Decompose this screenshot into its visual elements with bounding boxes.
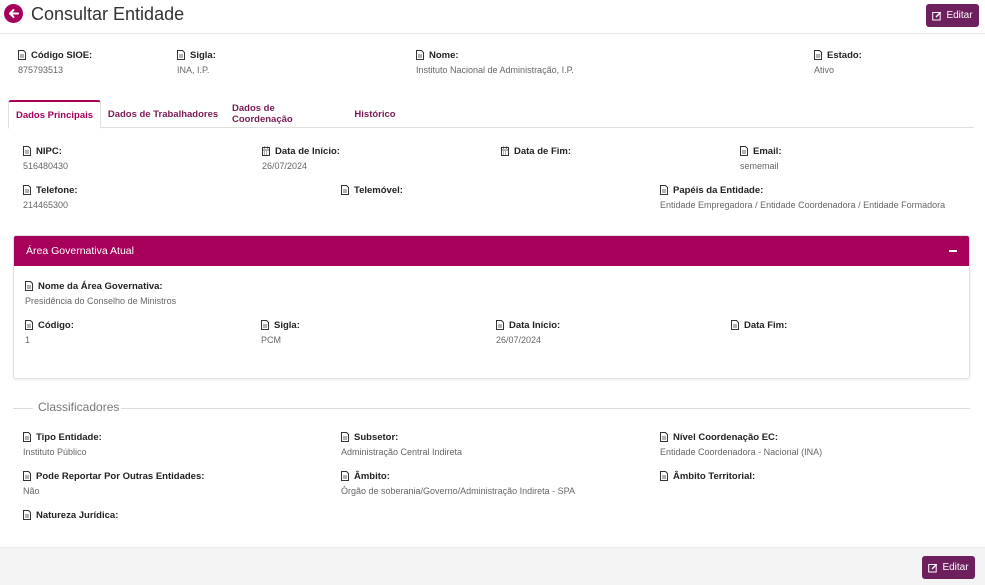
- field-papeis-entidade: Papéis da Entidade: Entidade Empregadora…: [660, 184, 946, 210]
- calendar-icon: [501, 146, 509, 156]
- page-footer: [0, 547, 985, 585]
- document-icon: [740, 146, 748, 156]
- tab-dados-principais[interactable]: Dados Principais: [8, 100, 101, 129]
- field-nivel-coordenacao: Nível Coordenação EC: Entidade Coordenad…: [660, 431, 823, 457]
- document-icon: [660, 471, 668, 481]
- document-icon: [23, 432, 31, 442]
- document-icon: [177, 50, 185, 60]
- document-icon: [18, 50, 26, 60]
- tab-historico[interactable]: Histórico: [351, 100, 399, 128]
- area-governativa-header[interactable]: Área Governativa Atual: [14, 236, 969, 266]
- field-nome: Nome: Instituto Nacional de Administraçã…: [416, 49, 574, 75]
- minus-icon[interactable]: [949, 250, 957, 252]
- field-natureza-juridica: Natureza Jurídica:: [23, 509, 118, 525]
- document-icon: [660, 185, 668, 195]
- field-data-fim: Data de Fim:: [501, 145, 571, 161]
- edit-icon: [932, 11, 942, 20]
- field-area-sigla: Sigla: PCM: [261, 319, 300, 345]
- field-telemovel: Telemóvel:: [341, 184, 403, 200]
- field-tipo-entidade: Tipo Entidade: Instituto Público: [23, 431, 102, 457]
- tab-bar: Dados Principais Dados de Trabalhadores …: [8, 100, 974, 129]
- document-icon: [261, 320, 269, 330]
- document-icon: [23, 185, 31, 195]
- document-icon: [25, 320, 33, 330]
- field-area-codigo: Código: 1: [25, 319, 74, 345]
- document-icon: [341, 185, 349, 195]
- area-governativa-card: Área Governativa Atual: [13, 235, 970, 379]
- field-nipc: NIPC: 516480430: [23, 145, 69, 171]
- field-email: Email: sememail: [740, 145, 782, 171]
- field-estado: Estado: Ativo: [814, 49, 862, 75]
- field-nome-area: Nome da Área Governativa: Presidência do…: [25, 280, 177, 306]
- document-icon: [23, 510, 31, 520]
- tab-dados-trabalhadores[interactable]: Dados de Trabalhadores: [107, 100, 219, 128]
- edit-button-label: Editar: [946, 10, 973, 21]
- field-pode-reportar: Pode Reportar Por Outras Entidades: Não: [23, 470, 205, 496]
- edit-button-top[interactable]: Editar: [926, 4, 979, 27]
- document-icon: [814, 50, 822, 60]
- document-icon: [341, 432, 349, 442]
- field-sigla: Sigla: INA, I.P.: [177, 49, 216, 75]
- field-ambito: Âmbito: Órgão de soberania/Governo/Admin…: [341, 470, 575, 496]
- field-area-data-inicio: Data Início: 26/07/2024: [496, 319, 561, 345]
- page-header: Consultar Entidade Editar: [0, 0, 985, 34]
- edit-icon: [928, 563, 938, 572]
- tab-dados-coordenacao[interactable]: Dados de Coordenação: [232, 100, 338, 128]
- back-button[interactable]: [4, 4, 23, 23]
- edit-button-label: Editar: [942, 562, 969, 573]
- divider: [121, 408, 970, 409]
- calendar-icon: [262, 146, 270, 156]
- document-icon: [660, 432, 668, 442]
- field-data-inicio: Data de Início: 26/07/2024: [262, 145, 340, 171]
- field-subsetor: Subsetor: Administração Central Indireta: [341, 431, 463, 457]
- document-icon: [416, 50, 424, 60]
- page-title: Consultar Entidade: [31, 4, 185, 24]
- arrow-left-icon: [9, 9, 19, 18]
- divider: [13, 408, 33, 409]
- document-icon: [23, 471, 31, 481]
- document-icon: [25, 281, 33, 291]
- document-icon: [341, 471, 349, 481]
- field-telefone: Telefone: 214465300: [23, 184, 78, 210]
- document-icon: [23, 146, 31, 156]
- field-area-data-fim: Data Fim:: [731, 319, 787, 335]
- field-codigo-sioe: Código SIOE: 875793513: [18, 49, 93, 75]
- document-icon: [731, 320, 739, 330]
- field-ambito-territorial: Âmbito Territorial:: [660, 470, 755, 486]
- card-title: Área Governativa Atual: [26, 245, 134, 257]
- edit-button-bottom[interactable]: Editar: [922, 556, 975, 579]
- document-icon: [496, 320, 504, 330]
- section-title-classificadores: Classificadores: [38, 400, 120, 414]
